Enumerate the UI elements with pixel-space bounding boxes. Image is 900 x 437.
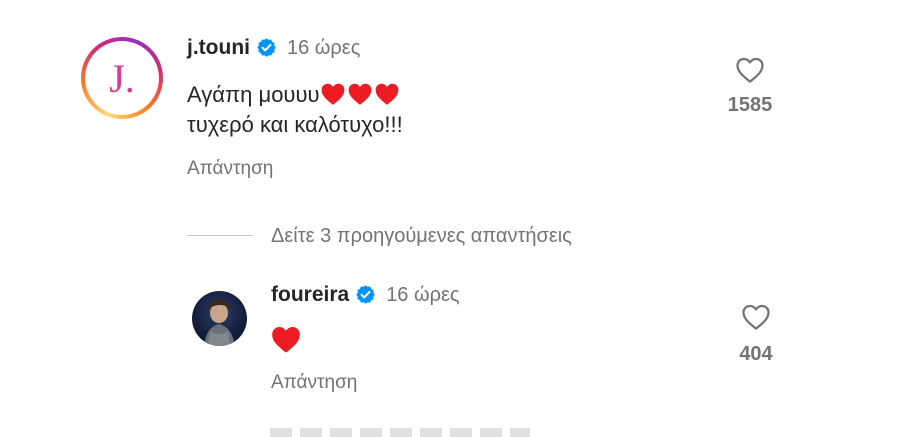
heart-outline-icon[interactable] bbox=[741, 303, 771, 331]
comment-time: 16 ώρες bbox=[286, 37, 361, 59]
heart-outline-icon[interactable] bbox=[735, 56, 765, 84]
reply-time: 16 ώρες bbox=[386, 284, 460, 306]
verified-badge-icon bbox=[257, 38, 276, 57]
avatar-foureira[interactable] bbox=[192, 291, 247, 346]
comment-header: j.touni 16 ώρες bbox=[187, 36, 360, 60]
avatar-inner: J. bbox=[85, 41, 159, 115]
avatar-photo bbox=[204, 299, 235, 346]
replies-divider bbox=[187, 235, 253, 236]
like-column: 1585 bbox=[720, 56, 780, 117]
comment-text-line-2: τυχερό και καλότυχο!!! bbox=[187, 112, 403, 137]
verified-badge-icon bbox=[356, 285, 375, 304]
like-column: 404 bbox=[726, 303, 786, 366]
reply-button[interactable]: Απάντηση bbox=[187, 158, 273, 180]
view-previous-replies-button[interactable]: Δείτε 3 προηγούμενες απαντήσεις bbox=[271, 225, 572, 248]
red-heart-emoji bbox=[375, 83, 398, 105]
comment-text-line1-words: Αγάπη μουυυ bbox=[187, 82, 320, 107]
avatar-logo-letter: J. bbox=[109, 55, 135, 101]
like-count: 1585 bbox=[727, 94, 773, 116]
red-heart-emoji bbox=[321, 83, 344, 105]
red-heart-emoji bbox=[348, 83, 371, 105]
next-comment-cutoff bbox=[270, 428, 530, 437]
comment-text-line-1: Αγάπη μουυυ bbox=[187, 80, 403, 110]
reply-username[interactable]: foureira bbox=[271, 283, 349, 306]
comment-text: Αγάπη μουυυ τυχερό και καλότυχο!!! bbox=[187, 80, 403, 140]
reply-header: foureira 16 ώρες bbox=[271, 283, 460, 307]
avatar-jtouni[interactable]: J. bbox=[81, 37, 163, 119]
reply-button[interactable]: Απάντηση bbox=[271, 372, 357, 394]
red-heart-emoji bbox=[272, 326, 300, 353]
like-count: 404 bbox=[739, 343, 773, 365]
comment-username[interactable]: j.touni bbox=[187, 36, 250, 59]
